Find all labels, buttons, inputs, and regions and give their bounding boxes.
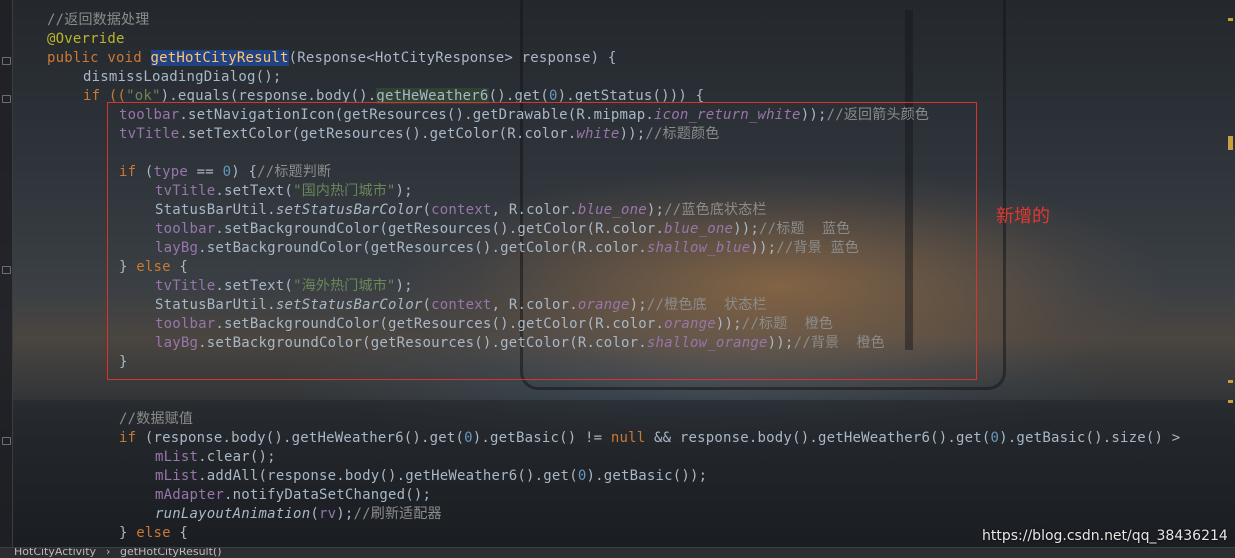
field: mAdapter: [155, 487, 225, 503]
keyword: if: [119, 430, 145, 446]
scrollbar-marker[interactable]: [1228, 400, 1233, 403]
code-line-25[interactable]: mList.addAll(response.body().getHeWeathe…: [155, 467, 707, 486]
code-text: );: [336, 506, 354, 522]
code-line-3[interactable]: public void getHotCityResult(Response<Ho…: [47, 49, 617, 68]
code-text: && response.body().getHeWeather6().get(: [645, 430, 991, 446]
field: rv: [318, 506, 337, 522]
annotation-highlight-box: [107, 102, 977, 380]
scrollbar-marker[interactable]: [1228, 380, 1233, 383]
fold-marker-icon[interactable]: [2, 437, 11, 445]
code-text: .notifyDataSetChanged();: [224, 487, 432, 503]
code-text: ).getBasic().size() >: [999, 430, 1181, 446]
code-line-27[interactable]: runLayoutAnimation(rv);//刷新适配器: [155, 505, 442, 524]
code-line-2[interactable]: @Override: [47, 30, 125, 49]
method-call: runLayoutAnimation: [155, 506, 311, 522]
code-text: (response.body().getHeWeather6().get(: [144, 430, 465, 446]
code-text: (Response<HotCityResponse> response) {: [288, 50, 617, 66]
code-text: ).getBasic() !=: [472, 430, 611, 446]
breadcrumb-class[interactable]: HotCityActivity: [14, 548, 96, 558]
code-text: dismissLoadingDialog();: [83, 69, 282, 85]
fold-marker-icon[interactable]: [2, 266, 11, 274]
code-line-24[interactable]: mList.clear();: [155, 448, 276, 467]
method-name-selected: getHotCityResult: [150, 50, 289, 66]
code-text: {: [170, 525, 189, 541]
code-text: .addAll(response.body().getHeWeather6().…: [198, 468, 578, 484]
number: 0: [990, 430, 1000, 446]
code-line-26[interactable]: mAdapter.notifyDataSetChanged();: [155, 486, 431, 505]
code-editor[interactable]: //返回数据处理 @Override public void getHotCit…: [0, 0, 1235, 547]
fold-marker-icon[interactable]: [2, 95, 11, 103]
fold-marker-icon[interactable]: [2, 57, 11, 65]
code-line-4[interactable]: dismissLoadingDialog();: [83, 68, 281, 87]
comment: //刷新适配器: [353, 506, 442, 522]
field: mList: [155, 449, 199, 465]
code-text: (: [310, 506, 319, 522]
keyword: public void: [47, 50, 151, 66]
number: 0: [464, 430, 473, 446]
code-line-23[interactable]: if (response.body().getHeWeather6().get(…: [119, 429, 1180, 448]
code-text: .clear();: [198, 449, 276, 465]
code-line-1[interactable]: //返回数据处理: [47, 11, 149, 30]
watermark: https://blog.csdn.net/qq_38436214: [982, 528, 1228, 544]
field: mList: [155, 468, 199, 484]
breadcrumb: HotCityActivity › getHotCityResult(): [0, 547, 1235, 558]
annotation-note: 新增的: [996, 206, 1050, 227]
breadcrumb-method[interactable]: getHotCityResult(): [120, 548, 222, 558]
comment: //返回数据处理: [47, 12, 150, 28]
code-line-28[interactable]: } else {: [119, 524, 188, 543]
annotation-keyword: @Override: [47, 31, 125, 47]
comment: //数据赋值: [119, 411, 194, 427]
scrollbar-marker[interactable]: [1228, 136, 1233, 150]
code-line-22[interactable]: //数据赋值: [119, 410, 193, 429]
scrollbar-marker[interactable]: [1228, 18, 1233, 21]
editor-gutter[interactable]: [0, 0, 13, 547]
breadcrumb-separator: ›: [106, 547, 111, 558]
keyword: null: [610, 430, 646, 446]
code-text: ).getBasic());: [586, 468, 708, 484]
code-text: }: [119, 525, 137, 541]
keyword: else: [136, 525, 171, 541]
